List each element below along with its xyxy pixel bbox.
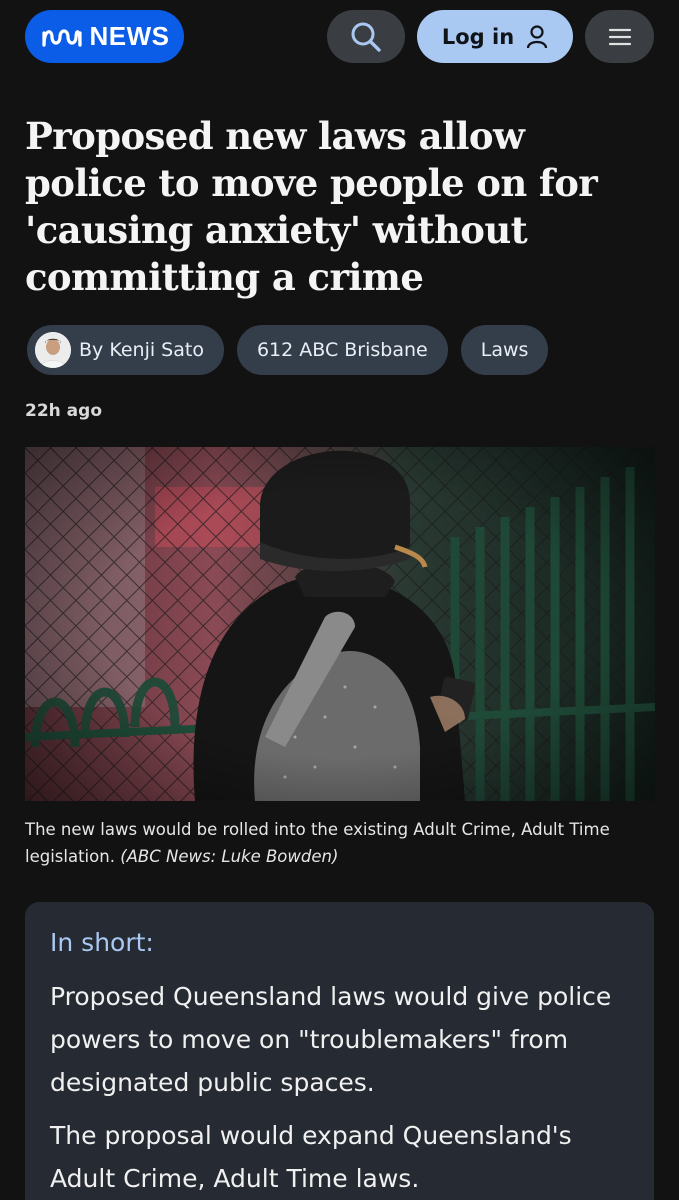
topic-label: Laws: [480, 339, 529, 361]
in-short-point: Proposed Queensland laws would give poli…: [50, 982, 612, 1097]
station-label: 612 ABC Brisbane: [256, 339, 428, 361]
author-name: By Kenji Sato: [79, 339, 204, 361]
in-short-panel: In short: Proposed Queensland laws would…: [25, 902, 654, 1200]
photo-teen-with-backpack: [25, 447, 655, 801]
top-bar: NEWS Log in: [0, 0, 679, 80]
abc-news-logo[interactable]: NEWS: [25, 10, 184, 63]
hamburger-menu-icon: [608, 28, 631, 45]
author-tag[interactable]: By Kenji Sato: [27, 325, 224, 375]
login-label: Log in: [441, 24, 515, 49]
published-time: 22h ago: [25, 401, 102, 421]
abc-lissajous-logo-icon: [41, 28, 82, 47]
hero-image[interactable]: [25, 447, 655, 801]
in-short-point: The proposal would expand Queensland's A…: [50, 1121, 572, 1193]
login-button[interactable]: Log in: [417, 10, 573, 63]
image-caption: The new laws would be rolled into the ex…: [25, 816, 655, 870]
user-icon: [527, 24, 548, 48]
search-icon: [351, 22, 381, 52]
menu-button[interactable]: [585, 10, 654, 63]
photo-credit: (ABC News: Luke Bowden): [120, 847, 339, 866]
article-headline: Proposed new laws allow police to move p…: [25, 114, 598, 299]
article-tags: By Kenji Sato 612 ABC Brisbane Laws: [27, 325, 549, 375]
in-short-title: In short:: [50, 928, 154, 957]
topic-tag[interactable]: Laws: [460, 325, 549, 375]
logo-text: NEWS: [89, 21, 170, 51]
author-portrait: [35, 332, 71, 368]
search-button[interactable]: [327, 10, 405, 63]
avatar: [35, 332, 71, 368]
article-page: NEWS Log in Proposed new laws allow poli…: [0, 0, 679, 1200]
station-tag[interactable]: 612 ABC Brisbane: [236, 325, 448, 375]
